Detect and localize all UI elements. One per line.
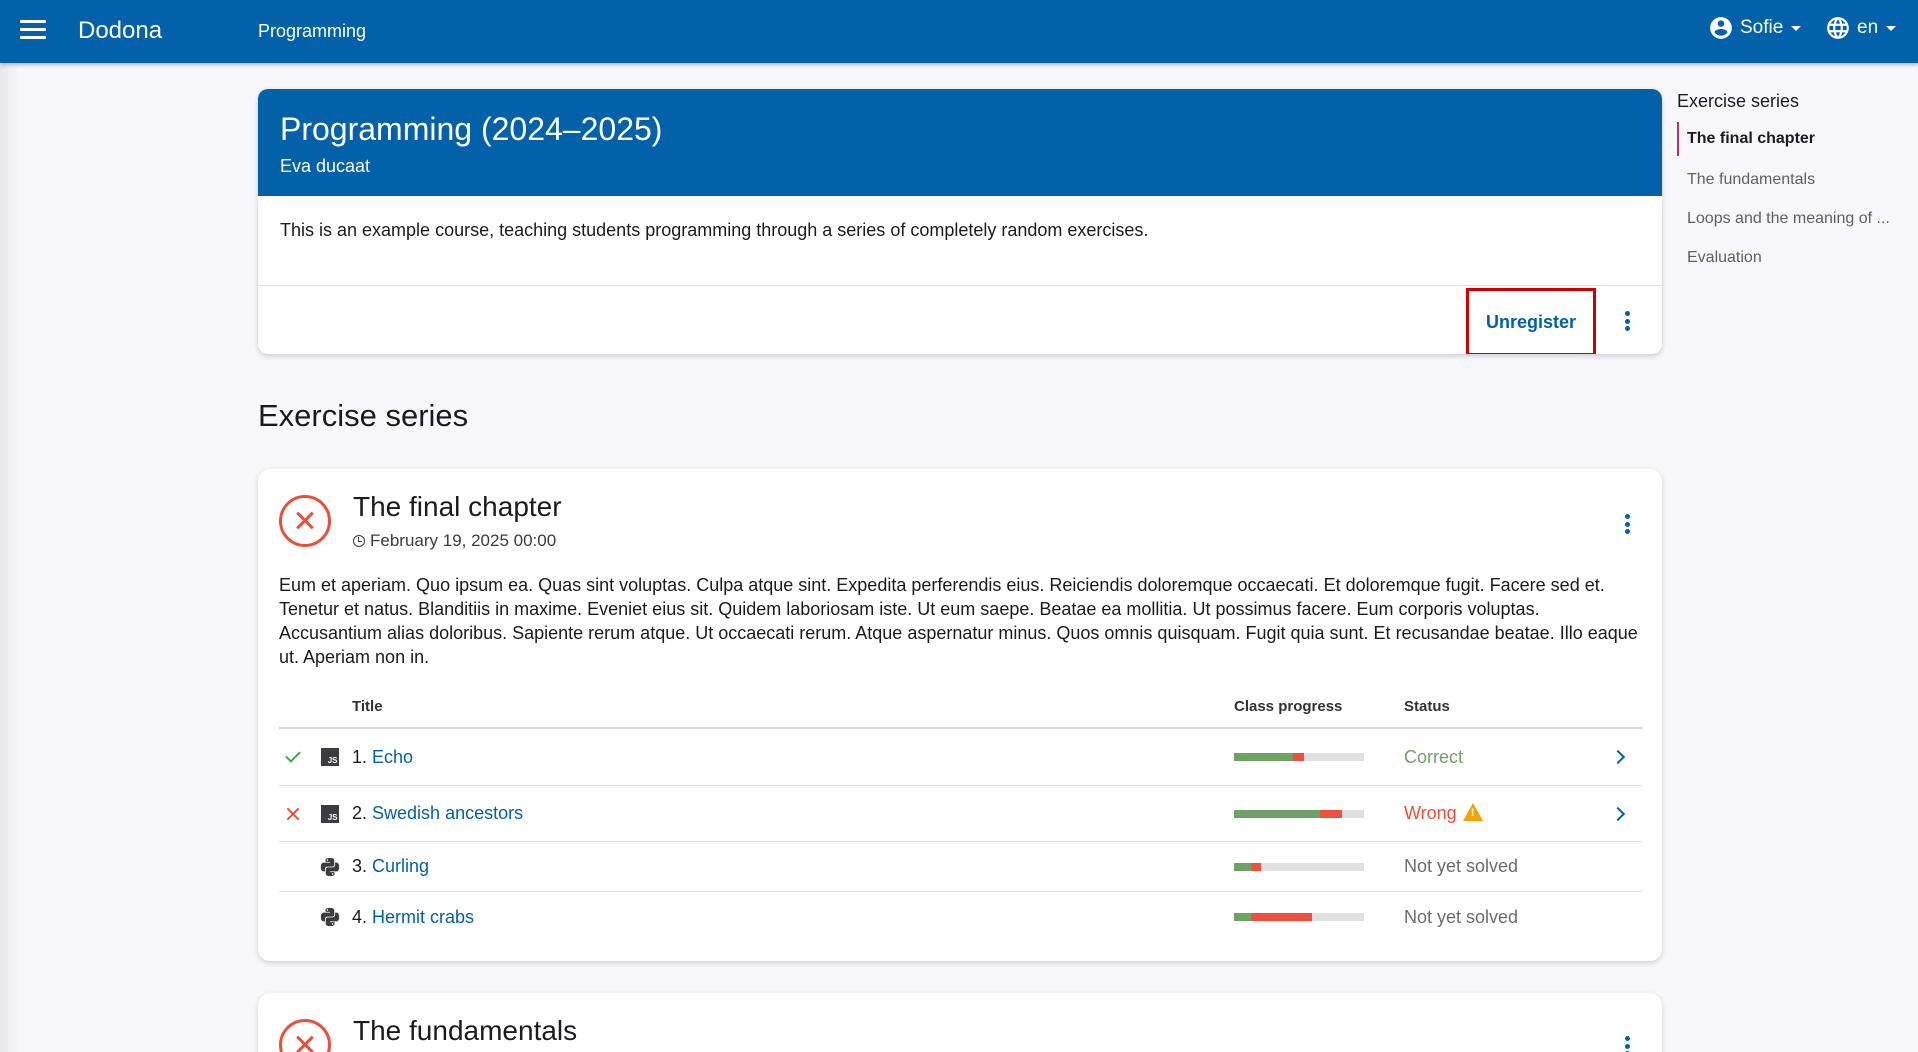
top-app-bar: Dodona Programming Sofie en [0,0,1918,63]
column-title: Title [352,697,383,715]
course-header: Programming (2024–2025) Eva ducaat [258,89,1662,196]
status-text: Correct [1404,746,1464,767]
user-name: Sofie [1740,17,1784,38]
class-progress-bar [1234,862,1364,871]
column-class-progress: Class progress [1234,697,1343,715]
class-progress-bar [1234,809,1364,818]
python-icon [320,907,339,927]
status-cell: Wrong [1404,803,1594,824]
course-description: This is an example course, teaching stud… [258,196,1662,286]
chevron-right-icon[interactable] [1610,749,1626,765]
sidebar-item-final-chapter[interactable]: The final chapter [1677,122,1907,156]
exercise-number: 2. [352,803,368,823]
sidebar-item-loops[interactable]: Loops and the meaning of ... [1677,199,1907,238]
user-menu[interactable]: Sofie [1708,15,1802,41]
deadline-text: February 19, 2025 00:00 [370,531,557,550]
status-text: Not yet solved [1404,856,1519,876]
warning-icon [1462,803,1483,821]
course-title: Programming (2024–2025) [280,111,663,147]
section-heading: Exercise series [258,398,469,433]
series-description: Eum et aperiam. Quo ipsum ea. Quas sint … [279,575,1638,667]
series-deadline: February 19, 2025 00:00 [353,531,556,551]
menu-icon[interactable] [20,20,46,42]
brand-logo[interactable]: Dodona [78,17,162,45]
chevron-right-icon[interactable] [1610,806,1626,821]
page-edge-shade [0,63,20,1052]
cross-icon [286,807,300,821]
sidebar-item-fundamentals[interactable]: The fundamentals [1677,160,1907,199]
globe-icon [1827,17,1849,39]
exercise-link[interactable]: Swedish ancestors [372,803,523,823]
series-title[interactable]: The final chapter [353,491,562,523]
language-menu[interactable]: en [1825,15,1897,41]
exercise-number: 1. [352,746,368,767]
account-circle-icon [1710,17,1732,39]
chevron-down-icon [1886,25,1897,31]
exercise-link[interactable]: Hermit crabs [372,907,474,927]
unregister-button[interactable]: Unregister [1466,288,1596,354]
status-text: Not yet solved [1404,906,1519,927]
class-progress-bar [1234,753,1364,761]
more-options-icon[interactable] [1617,511,1637,537]
exercise-number: 3. [352,856,368,876]
language-code: en [1857,17,1879,38]
exercise-number: 4. [352,906,368,927]
table-row[interactable]: JS 1. Echo Correct [279,729,1642,786]
javascript-icon: JS [320,748,339,766]
table-header: Title Class progress Status [279,685,1642,729]
column-status: Status [1404,697,1450,715]
more-options-icon[interactable] [1617,308,1637,334]
series-title[interactable]: The fundamentals [353,1015,577,1047]
course-card: Programming (2024–2025) Eva ducaat This … [258,89,1662,354]
series-card: The fundamentals [258,993,1662,1052]
series-status-wrong-icon [279,495,331,547]
series-card: The final chapter February 19, 2025 00:0… [258,469,1662,961]
breadcrumb[interactable]: Programming [258,21,366,42]
alarm-clock-icon [353,535,365,547]
sidebar-heading: Exercise series [1677,91,1800,111]
series-navigation: Exercise series The final chapter The fu… [1677,91,1907,277]
table-row[interactable]: JS 2. Swedish ancestors Wrong [279,786,1642,842]
series-status-wrong-icon [279,1019,331,1052]
table-row[interactable]: 3. Curling Not yet solved [279,842,1642,892]
exercise-link[interactable]: Curling [372,856,429,876]
table-row[interactable]: 4. Hermit crabs Not yet solved [279,892,1642,942]
status-text: Wrong [1404,803,1457,823]
course-teacher: Eva ducaat [280,156,371,176]
more-options-icon[interactable] [1617,1033,1637,1052]
checkmark-icon [285,747,301,763]
python-icon [320,857,339,876]
course-actions: Unregister [258,286,1662,354]
exercise-table: Title Class progress Status JS 1. Echo C… [279,685,1642,942]
exercise-link[interactable]: Echo [372,747,413,767]
sidebar-item-evaluation[interactable]: Evaluation [1677,238,1907,277]
javascript-icon: JS [320,804,339,823]
chevron-down-icon [1791,25,1802,31]
class-progress-bar [1234,913,1364,921]
